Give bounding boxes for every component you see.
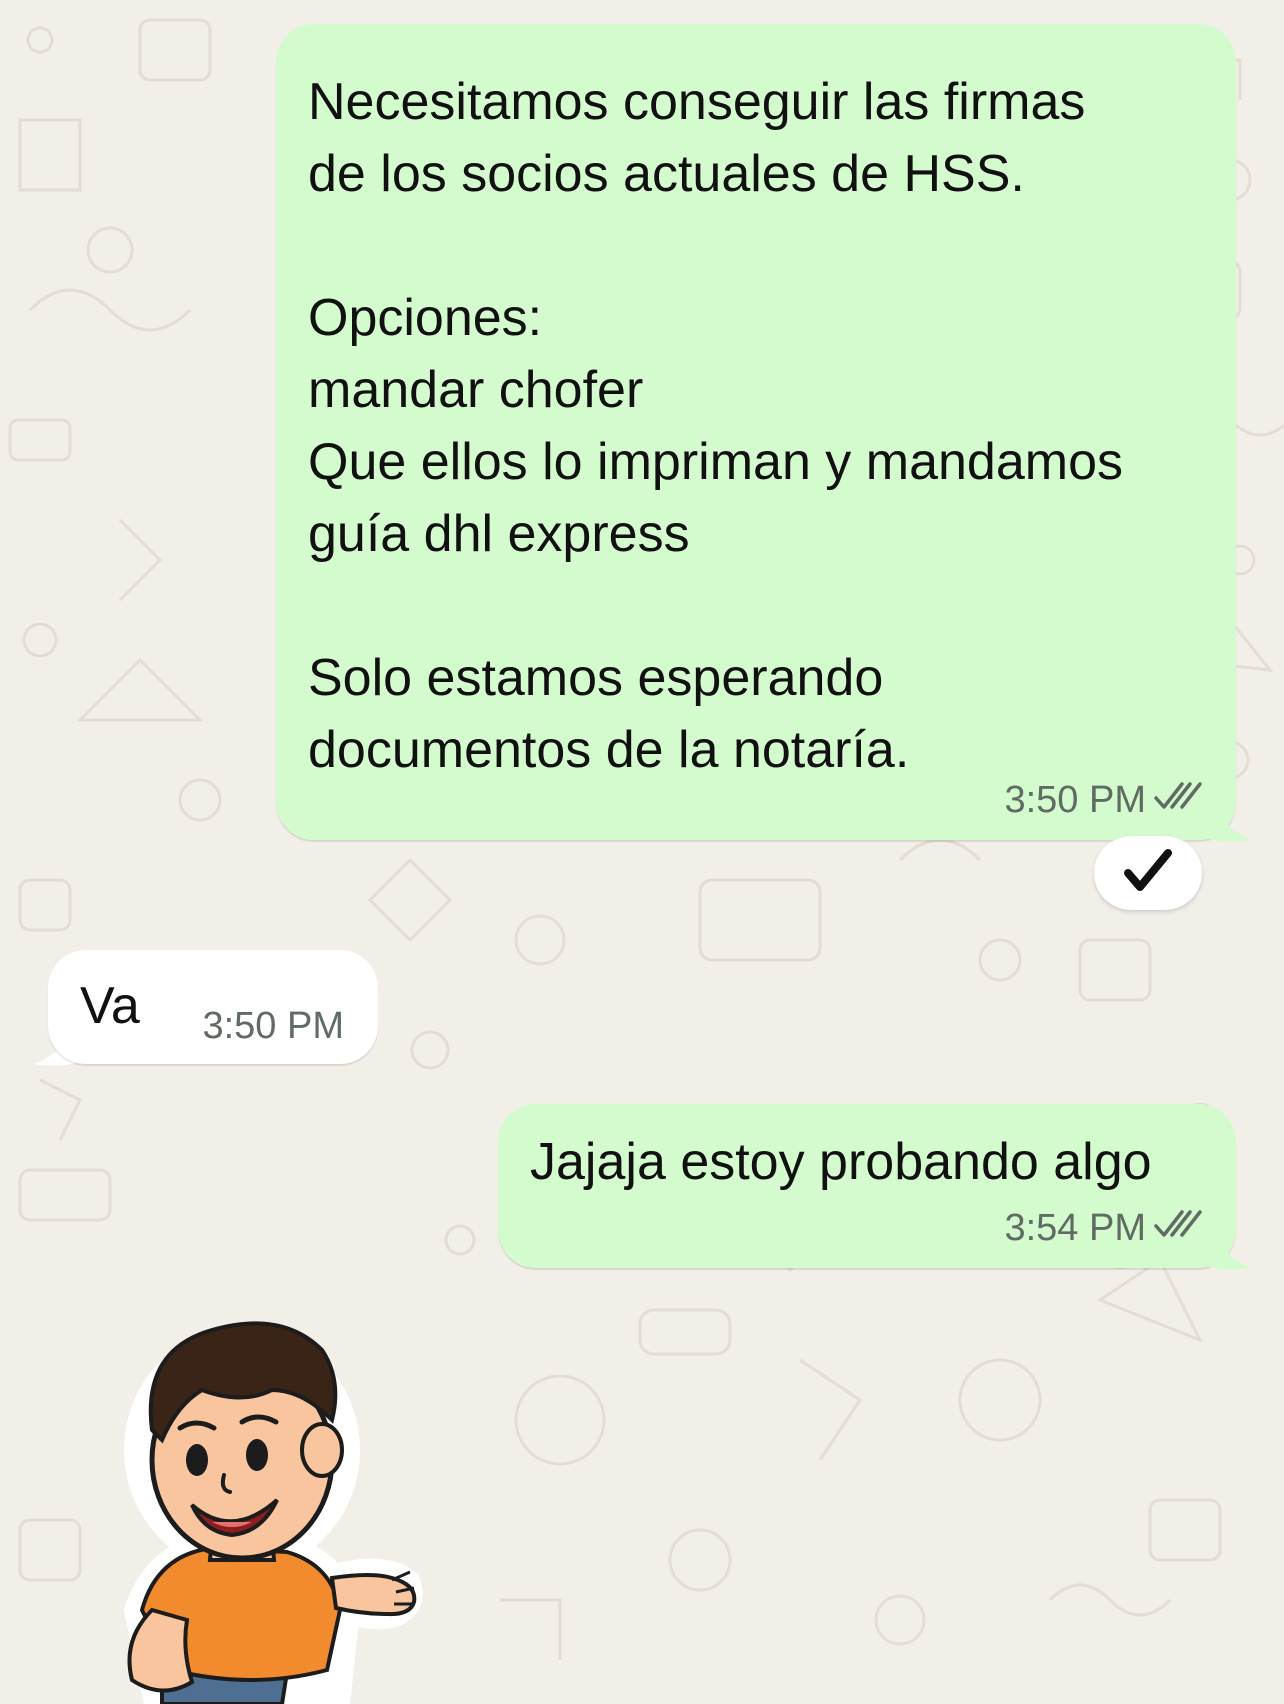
outgoing-bubble-tail bbox=[1206, 1228, 1252, 1270]
double-check-icon bbox=[1154, 779, 1206, 822]
message-time: 3:50 PM bbox=[202, 1005, 344, 1047]
outgoing-message-bubble[interactable]: Jajaja estoy probando algo 3:54 PM bbox=[498, 1104, 1236, 1268]
message-meta: 3:54 PM bbox=[1004, 1207, 1206, 1250]
message-time: 3:54 PM bbox=[1004, 1207, 1146, 1249]
message-text: Va bbox=[80, 977, 140, 1035]
message-meta: 3:50 PM bbox=[202, 1005, 344, 1048]
outgoing-bubble-tail bbox=[1206, 800, 1252, 842]
message-text: Necesitamos conseguir las firmas de los … bbox=[308, 73, 1123, 779]
message-text: Jajaja estoy probando algo bbox=[530, 1133, 1152, 1191]
outgoing-message-bubble[interactable]: Necesitamos conseguir las firmas de los … bbox=[276, 24, 1236, 840]
reaction-badge[interactable] bbox=[1094, 836, 1202, 910]
checkmark-reaction-icon bbox=[1122, 847, 1174, 900]
incoming-message-bubble[interactable]: Va 3:50 PM bbox=[48, 950, 378, 1064]
double-check-icon bbox=[1154, 1207, 1206, 1250]
message-time: 3:50 PM bbox=[1004, 779, 1146, 821]
cartoon-boy-sticker[interactable] bbox=[92, 1310, 442, 1704]
message-meta: 3:50 PM bbox=[1004, 779, 1206, 822]
